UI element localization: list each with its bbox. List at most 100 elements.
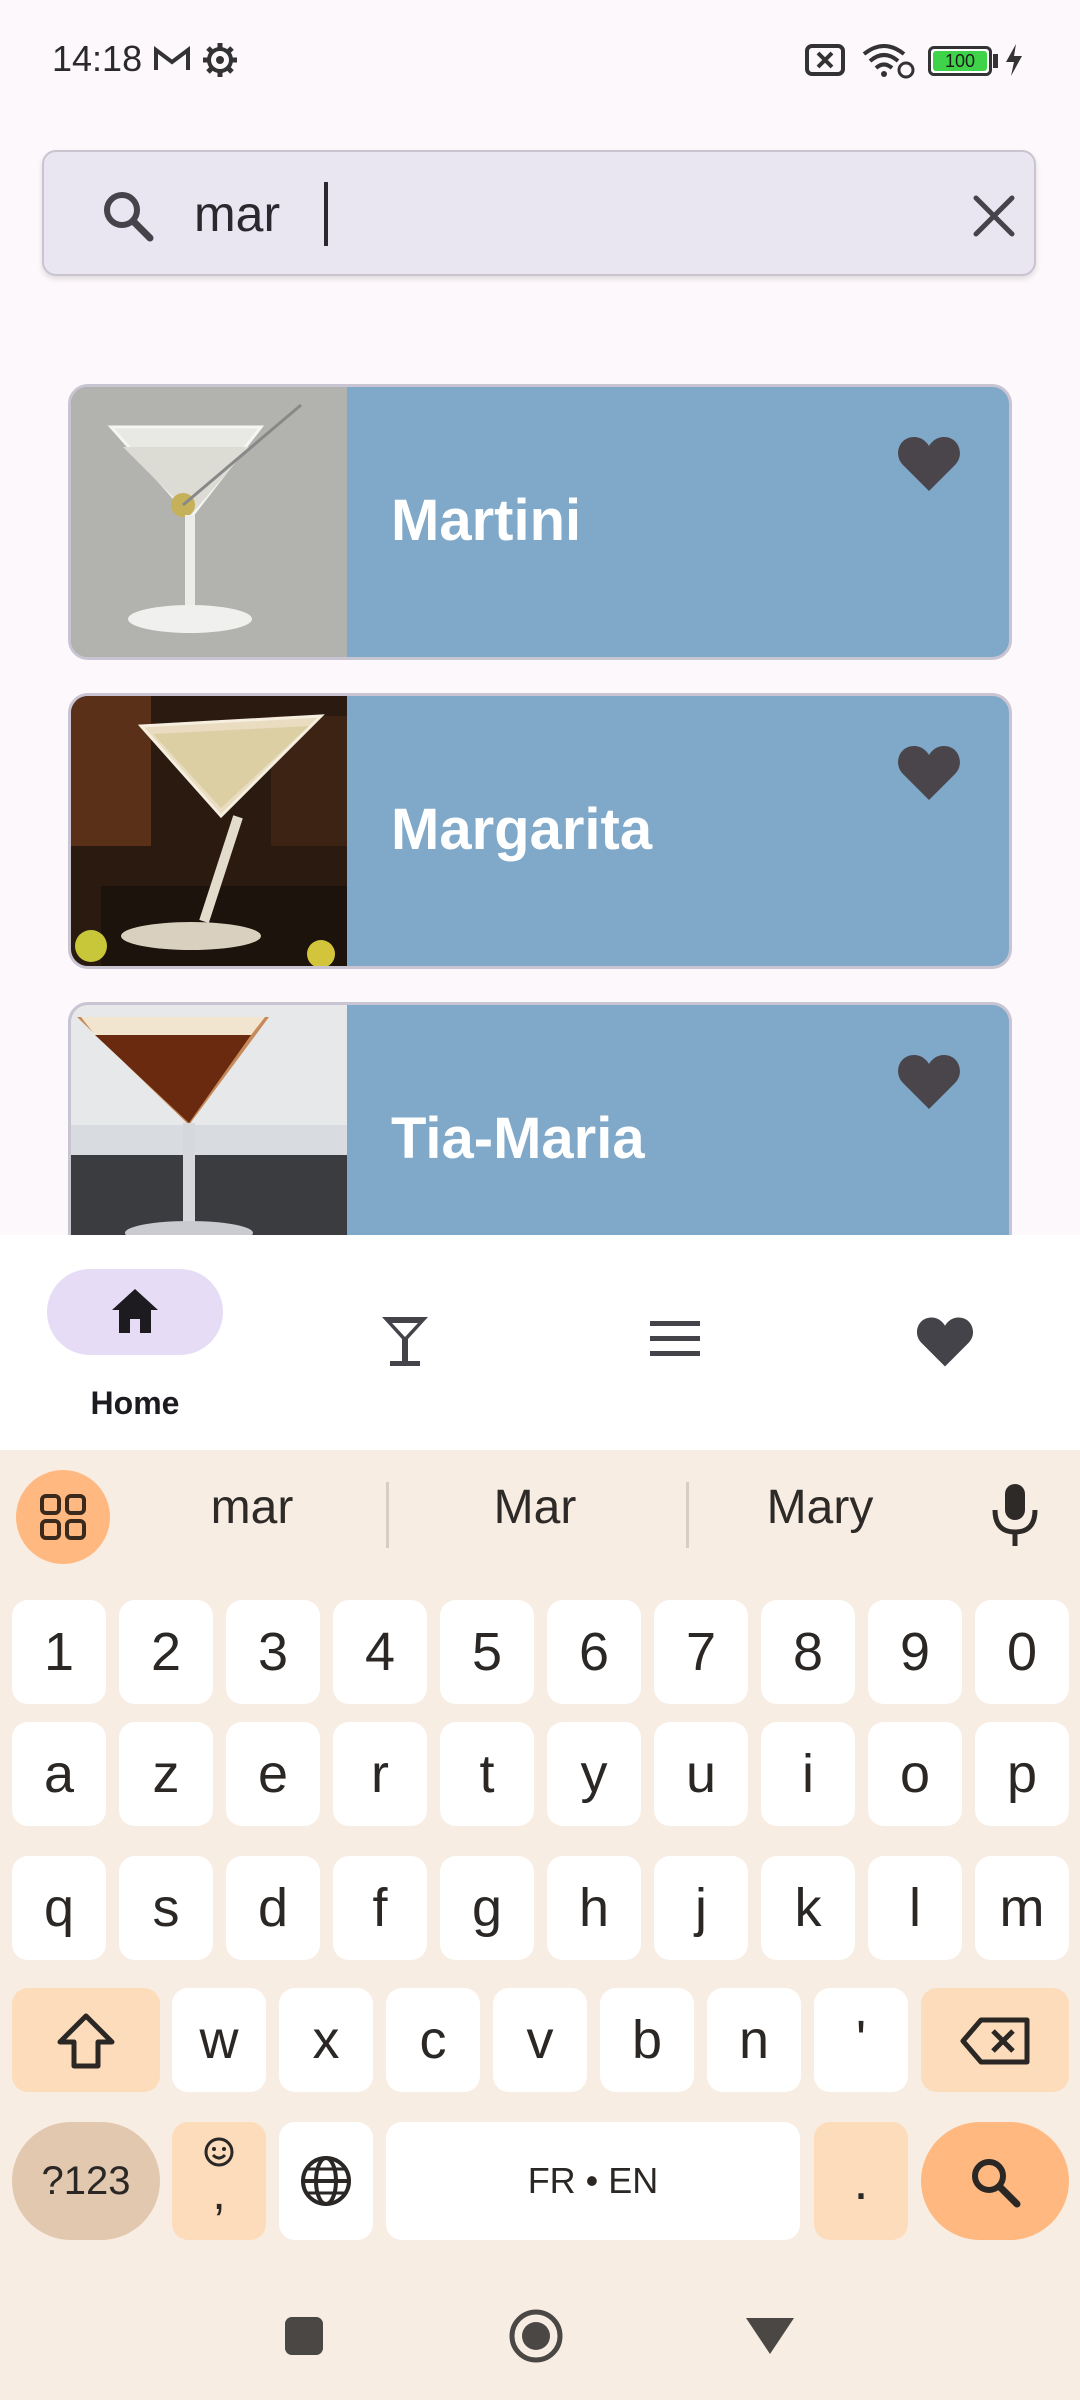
key-7[interactable]: 7 [654, 1600, 748, 1704]
suggestion-3[interactable]: Mary [690, 1480, 950, 1535]
key-k[interactable]: k [761, 1856, 855, 1960]
key-t[interactable]: t [440, 1722, 534, 1826]
key-label: b [631, 2010, 663, 2070]
key-8[interactable]: 8 [761, 1600, 855, 1704]
emoji-comma-key[interactable]: , [172, 2122, 266, 2240]
period-key[interactable]: . [814, 2122, 908, 2240]
cocktail-card[interactable]: Margarita [68, 693, 1012, 969]
recents-button[interactable] [282, 2314, 326, 2358]
nav-item-home[interactable]: Home [0, 1235, 270, 1450]
cocktail-card[interactable]: Martini [68, 384, 1012, 660]
key-g[interactable]: g [440, 1856, 534, 1960]
key-d[interactable]: d [226, 1856, 320, 1960]
favorite-heart-icon[interactable] [897, 1053, 961, 1111]
search-input[interactable] [194, 174, 954, 254]
cocktail-thumbnail [71, 696, 347, 966]
key-label: l [909, 1878, 921, 1938]
space-key[interactable]: FR • EN [386, 2122, 800, 2240]
key-label: n [738, 2010, 770, 2070]
key-y[interactable]: y [547, 1722, 641, 1826]
backspace-key[interactable] [921, 1988, 1069, 2092]
home-button[interactable] [506, 2306, 566, 2366]
symbols-key[interactable]: ?123 [12, 2122, 160, 2240]
key-v[interactable]: v [493, 1988, 587, 2092]
key-label: w [199, 2010, 239, 2070]
key-m[interactable]: m [975, 1856, 1069, 1960]
favorite-heart-icon[interactable] [897, 435, 961, 493]
nav-item-favorites[interactable] [810, 1235, 1080, 1450]
key-f[interactable]: f [333, 1856, 427, 1960]
key-label: ?123 [41, 2159, 131, 2203]
key-1[interactable]: 1 [12, 1600, 106, 1704]
key-label: e [257, 1744, 289, 1804]
menu-icon [650, 1321, 700, 1356]
key-label: 0 [1006, 1622, 1038, 1682]
key-label: a [43, 1744, 75, 1804]
battery-tip [993, 54, 998, 68]
key-3[interactable]: 3 [226, 1600, 320, 1704]
charging-bolt-icon [1006, 44, 1022, 76]
key-b[interactable]: b [600, 1988, 694, 2092]
key-label: d [257, 1878, 289, 1938]
key-h[interactable]: h [547, 1856, 641, 1960]
key-c[interactable]: c [386, 1988, 480, 2092]
key-p[interactable]: p [975, 1722, 1069, 1826]
key-label: q [43, 1878, 75, 1938]
key-o[interactable]: o [868, 1722, 962, 1826]
suggestion-1[interactable]: mar [122, 1480, 382, 1535]
microphone-icon[interactable] [985, 1480, 1045, 1550]
key-label: p [1006, 1744, 1038, 1804]
key-9[interactable]: 9 [868, 1600, 962, 1704]
key-e[interactable]: e [226, 1722, 320, 1826]
key-w[interactable]: w [172, 1988, 266, 2092]
key-x[interactable]: x [279, 1988, 373, 2092]
key-label: r [371, 1744, 389, 1804]
cocktail-name: Tia-Maria [391, 1106, 645, 1171]
key-i[interactable]: i [761, 1722, 855, 1826]
key-j[interactable]: j [654, 1856, 748, 1960]
key-apostrophe[interactable]: ' [814, 1988, 908, 2092]
status-time: 14:18 [52, 38, 143, 79]
system-navigation-bar [0, 2309, 1080, 2400]
back-button[interactable] [742, 2314, 798, 2358]
search-action-key[interactable] [921, 2122, 1069, 2240]
key-label: , [212, 2167, 226, 2220]
clear-search-button[interactable] [964, 186, 1024, 246]
key-6[interactable]: 6 [547, 1600, 641, 1704]
key-n[interactable]: n [707, 1988, 801, 2092]
key-l[interactable]: l [868, 1856, 962, 1960]
key-a[interactable]: a [12, 1722, 106, 1826]
cocktail-glass-icon [382, 1317, 428, 1366]
key-z[interactable]: z [119, 1722, 213, 1826]
key-s[interactable]: s [119, 1856, 213, 1960]
key-label: o [899, 1744, 931, 1804]
cocktail-card[interactable]: Tia-Maria [68, 1002, 1012, 1235]
wifi-icon [862, 44, 915, 79]
suggestion-2[interactable]: Mar [405, 1480, 665, 1535]
language-key[interactable] [279, 2122, 373, 2240]
key-label: x [312, 2010, 340, 2070]
cocktail-thumbnail [71, 1005, 347, 1235]
key-q[interactable]: q [12, 1856, 106, 1960]
nav-item-categories[interactable] [540, 1235, 810, 1450]
cocktail-thumbnail [71, 387, 347, 657]
key-r[interactable]: r [333, 1722, 427, 1826]
cocktail-name: Margarita [391, 797, 653, 862]
home-icon [112, 1289, 158, 1333]
favorite-heart-icon[interactable] [897, 744, 961, 802]
key-4[interactable]: 4 [333, 1600, 427, 1704]
key-0[interactable]: 0 [975, 1600, 1069, 1704]
keyboard-menu-button[interactable] [16, 1470, 110, 1564]
key-label: s [152, 1878, 180, 1938]
key-u[interactable]: u [654, 1722, 748, 1826]
key-2[interactable]: 2 [119, 1600, 213, 1704]
key-label: 3 [257, 1622, 289, 1682]
heart-icon [916, 1317, 974, 1367]
nav-item-cocktails[interactable] [270, 1235, 540, 1450]
shift-key[interactable] [12, 1988, 160, 2092]
status-bar: 14:18 100 [0, 0, 1080, 120]
cocktail-list: Martini Margarita Tia-Maria [0, 300, 1080, 1235]
suggestion-divider [686, 1482, 689, 1548]
key-label: ' [855, 2010, 867, 2070]
key-5[interactable]: 5 [440, 1600, 534, 1704]
